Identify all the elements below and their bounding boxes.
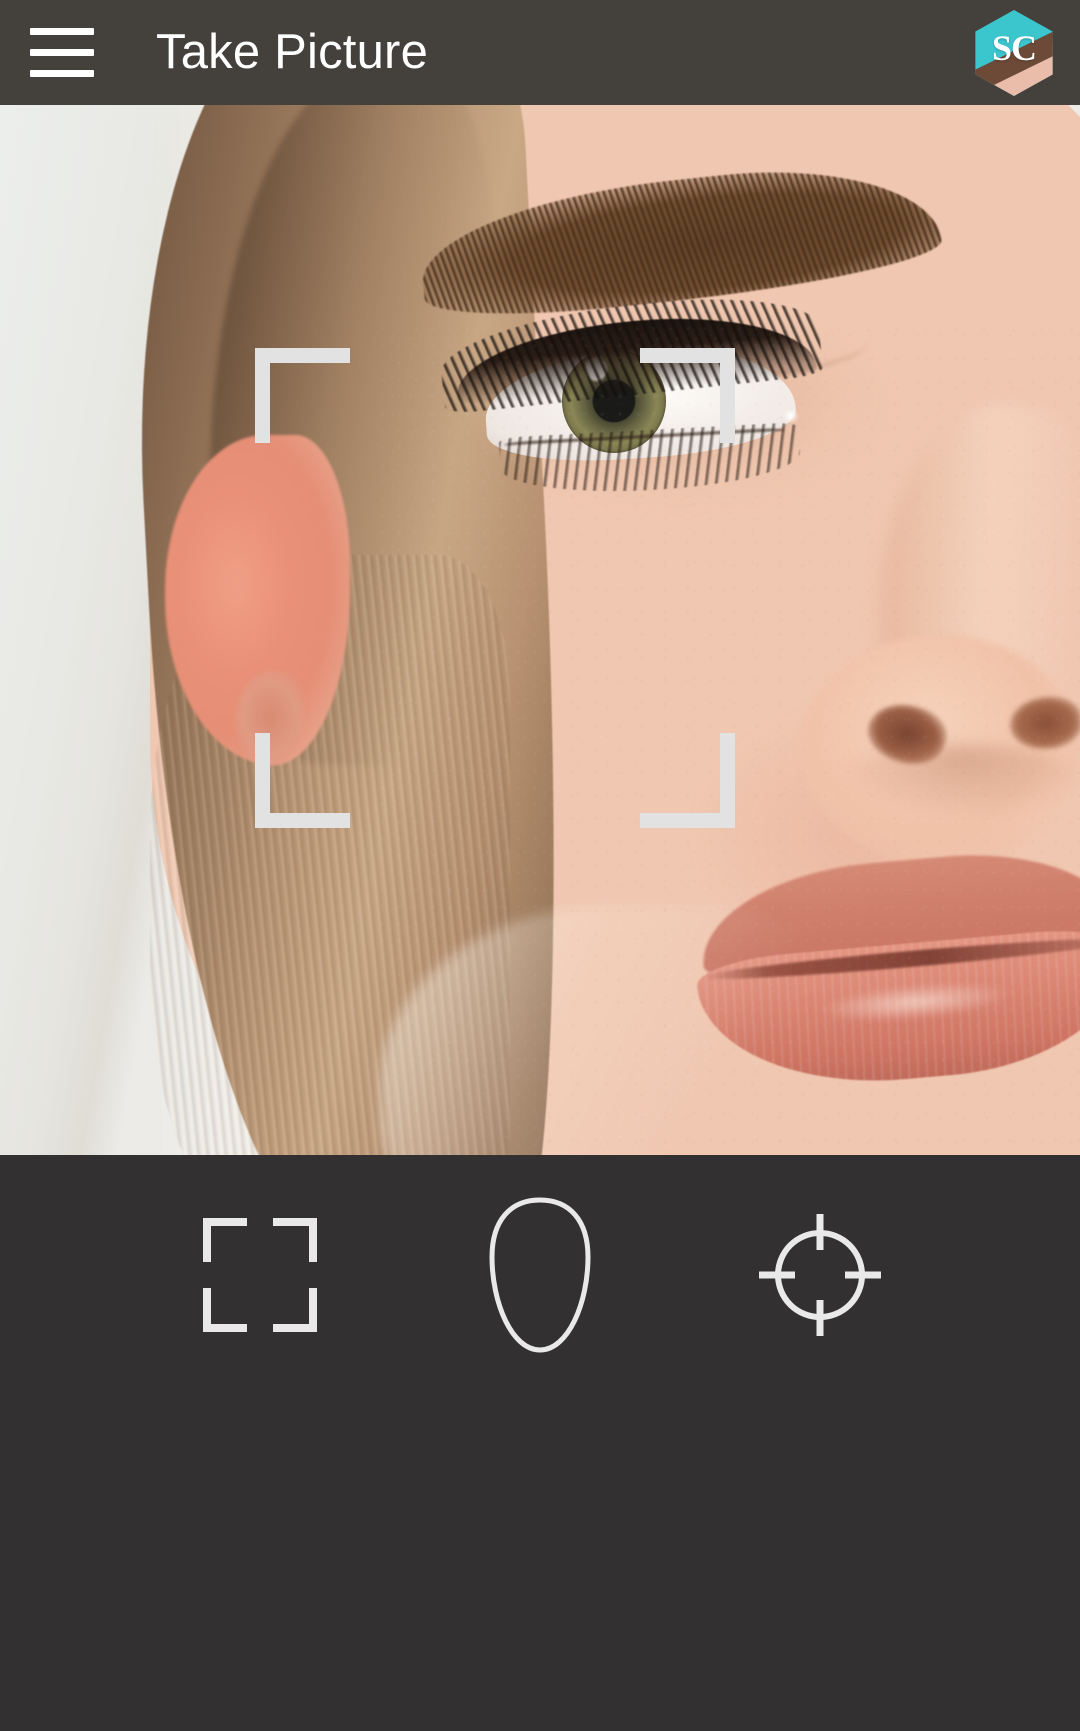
camera-screen: Take Picture SC — [0, 0, 1080, 1731]
app-bar: Take Picture SC — [0, 0, 1080, 105]
hamburger-line-1 — [30, 28, 94, 35]
focus-corner-bottom-left-icon — [255, 733, 350, 828]
camera-preview[interactable] — [0, 105, 1080, 1155]
page-title: Take Picture — [156, 25, 429, 79]
app-logo[interactable]: SC — [972, 10, 1056, 96]
logo-text: SC — [991, 28, 1037, 68]
mode-frame-button[interactable] — [180, 1195, 340, 1355]
focus-corner-top-right-icon — [640, 348, 735, 443]
mode-face-oval-button[interactable] — [460, 1195, 620, 1355]
face-oval-icon — [484, 1195, 596, 1355]
mode-target-button[interactable] — [740, 1195, 900, 1355]
hamburger-menu-icon[interactable] — [14, 0, 110, 105]
focus-corner-bottom-right-icon — [640, 733, 735, 828]
focus-frame-overlay — [255, 348, 735, 828]
hexagon-logo-icon: SC — [975, 10, 1053, 96]
capture-mode-row — [0, 1185, 1080, 1365]
crosshair-target-icon — [755, 1210, 885, 1340]
hamburger-line-3 — [30, 70, 94, 77]
focus-corner-top-left-icon — [255, 348, 350, 443]
frame-brackets-icon — [201, 1216, 319, 1334]
hamburger-line-2 — [30, 49, 94, 56]
camera-controls-panel: Photo Cancel — [0, 1155, 1080, 1731]
